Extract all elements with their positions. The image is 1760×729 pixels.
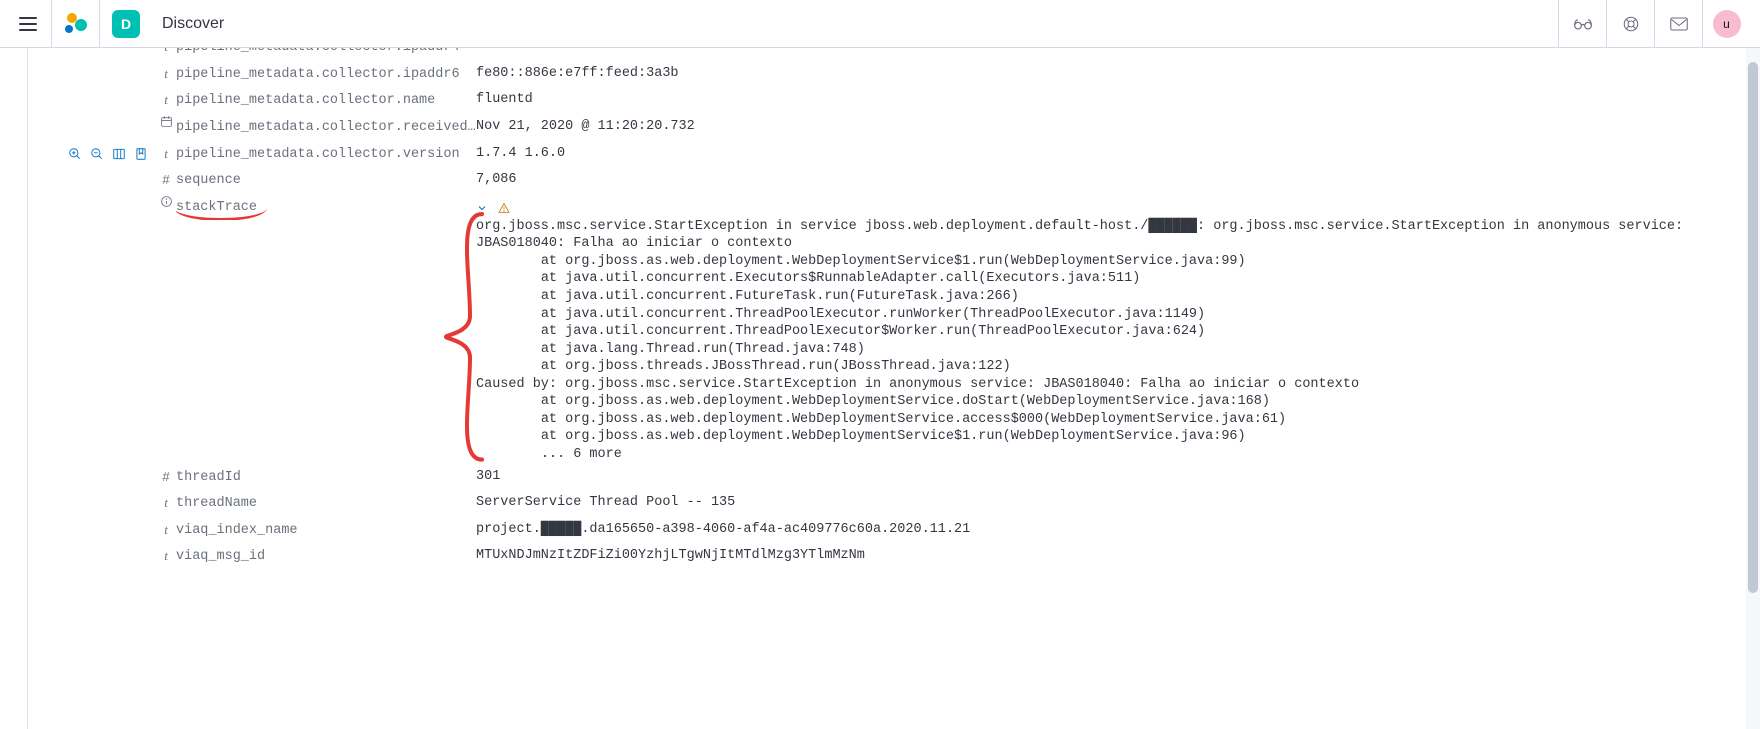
mail-button[interactable] bbox=[1654, 0, 1702, 48]
calendar-icon bbox=[160, 115, 173, 128]
field-row: #sequence7,086 bbox=[52, 167, 1760, 194]
info-icon bbox=[160, 195, 173, 208]
user-menu-button[interactable]: u bbox=[1702, 0, 1750, 48]
field-type-icon: t bbox=[156, 543, 176, 569]
field-name: sequence bbox=[176, 167, 476, 194]
zoom-out-icon[interactable] bbox=[90, 147, 104, 161]
field-type-icon bbox=[156, 194, 176, 216]
field-row: tviaq_msg_idMTUxNDJmNzItZDFiZi00YzhjLTgw… bbox=[52, 543, 1760, 570]
zoom-in-icon[interactable] bbox=[68, 147, 82, 161]
columns-icon[interactable] bbox=[112, 147, 126, 161]
field-row: tpipeline_metadata.collector.version1.7.… bbox=[52, 141, 1760, 168]
field-value: Nov 21, 2020 @ 11:20:20.732 bbox=[476, 114, 1760, 140]
field-value: fluentd bbox=[476, 87, 1760, 113]
doc-content: tpipeline_metadata.collector.ipaddr4 tpi… bbox=[28, 48, 1760, 600]
field-row: #threadId301 bbox=[52, 464, 1760, 491]
kibana-logo-icon bbox=[65, 13, 87, 35]
field-name: pipeline_metadata.collector.ipaddr6 bbox=[176, 61, 476, 88]
left-gutter bbox=[0, 48, 28, 729]
field-name: pipeline_metadata.collector.version bbox=[176, 141, 476, 168]
field-type-icon: t bbox=[156, 517, 176, 543]
stacktrace-text: org.jboss.msc.service.StartException in … bbox=[476, 218, 1700, 464]
page-title: Discover bbox=[162, 15, 224, 33]
field-type-icon: t bbox=[156, 490, 176, 516]
field-value: org.jboss.msc.service.StartException in … bbox=[476, 194, 1760, 464]
scroll-region[interactable]: tpipeline_metadata.collector.ipaddr4 tpi… bbox=[28, 48, 1760, 729]
field-type-icon: # bbox=[156, 464, 176, 490]
field-type-icon bbox=[156, 114, 176, 136]
field-value: 7,086 bbox=[476, 167, 1760, 193]
stacktrace-value-header bbox=[476, 196, 1700, 218]
bookmark-icon[interactable] bbox=[134, 147, 148, 161]
field-name: pipeline_metadata.collector.ipaddr4 bbox=[176, 48, 476, 61]
field-row: pipeline_metadata.collector.received_atN… bbox=[52, 114, 1760, 141]
scrollbar-track[interactable] bbox=[1746, 48, 1760, 729]
app-badge: D bbox=[112, 10, 140, 38]
toggle-nav-button[interactable] bbox=[4, 0, 52, 48]
field-value: fe80::886e:e7ff:feed:3a3b bbox=[476, 61, 1760, 87]
field-name: stackTrace bbox=[176, 194, 476, 221]
lifebuoy-button[interactable] bbox=[1606, 0, 1654, 48]
glasses-button[interactable] bbox=[1558, 0, 1606, 48]
header-right: u bbox=[1558, 0, 1750, 48]
glasses-icon bbox=[1573, 17, 1593, 31]
field-name: pipeline_metadata.collector.received_at bbox=[176, 114, 476, 141]
field-row: tpipeline_metadata.collector.ipaddr4 bbox=[52, 48, 1760, 61]
field-actions bbox=[52, 141, 156, 167]
field-value: ServerService Thread Pool -- 135 bbox=[476, 490, 1760, 516]
field-value: MTUxNDJmNzItZDFiZi00YzhjLTgwNjItMTdlMzg3… bbox=[476, 543, 1760, 569]
field-row: tpipeline_metadata.collector.ipaddr6fe80… bbox=[52, 61, 1760, 88]
field-row: stackTrace org.jboss.msc.service.StartEx… bbox=[52, 194, 1760, 464]
topbar: D Discover u bbox=[0, 0, 1760, 48]
field-type-icon: t bbox=[156, 48, 176, 60]
scrollbar-thumb[interactable] bbox=[1748, 62, 1758, 593]
mail-icon bbox=[1670, 17, 1688, 31]
field-row: tviaq_index_nameproject.█████.da165650-a… bbox=[52, 517, 1760, 544]
field-name: threadId bbox=[176, 464, 476, 491]
field-type-icon: t bbox=[156, 61, 176, 87]
stacktrace-label-annotated: stackTrace bbox=[176, 200, 257, 215]
field-name: pipeline_metadata.collector.name bbox=[176, 87, 476, 114]
user-avatar: u bbox=[1713, 10, 1741, 38]
main: tpipeline_metadata.collector.ipaddr4 tpi… bbox=[0, 48, 1760, 729]
logo-button[interactable] bbox=[52, 0, 100, 48]
doc-area: tpipeline_metadata.collector.ipaddr4 tpi… bbox=[28, 48, 1760, 729]
field-row: tpipeline_metadata.collector.namefluentd bbox=[52, 87, 1760, 114]
field-name: viaq_index_name bbox=[176, 517, 476, 544]
field-name: viaq_msg_id bbox=[176, 543, 476, 570]
hamburger-icon bbox=[19, 17, 37, 31]
warning-icon bbox=[498, 202, 510, 214]
field-type-icon: # bbox=[156, 167, 176, 193]
field-type-icon: t bbox=[156, 87, 176, 113]
field-value: 1.7.4 1.6.0 bbox=[476, 141, 1760, 167]
field-name: threadName bbox=[176, 490, 476, 517]
field-value: 301 bbox=[476, 464, 1760, 490]
field-row: tthreadNameServerService Thread Pool -- … bbox=[52, 490, 1760, 517]
chevron-down-icon[interactable] bbox=[476, 202, 488, 214]
field-type-icon: t bbox=[156, 141, 176, 167]
lifebuoy-icon bbox=[1622, 15, 1640, 33]
field-value: project.█████.da165650-a398-4060-af4a-ac… bbox=[476, 517, 1760, 543]
